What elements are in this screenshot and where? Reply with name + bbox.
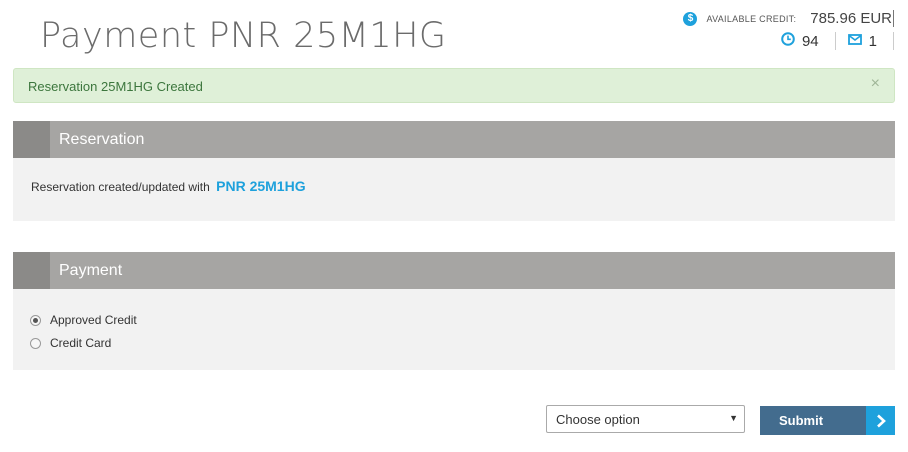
credit-card-label: Credit Card (50, 336, 112, 350)
timer-stat[interactable]: 94 (781, 31, 819, 51)
credit-card-radio[interactable] (30, 337, 41, 349)
available-credit-row: $ AVAILABLE CREDIT: 785.96 EUR (683, 10, 894, 27)
payment-option-select[interactable]: Choose option ▼ (546, 405, 745, 433)
credit-card-option[interactable]: Credit Card (30, 336, 111, 350)
success-alert: Reservation 25M1HG Created × (13, 68, 895, 103)
select-value: Choose option (556, 412, 640, 427)
timer-value: 94 (801, 32, 819, 50)
reservation-message-text: Reservation created/updated with (31, 180, 210, 194)
chevron-down-icon: ▼ (729, 413, 738, 423)
submit-button[interactable]: Submit (760, 406, 895, 435)
payment-panel: Payment Approved Credit Credit Card (13, 252, 895, 370)
clock-icon (781, 31, 795, 51)
available-credit-value: 785.96 EUR (810, 10, 894, 27)
chevron-right-icon (866, 406, 895, 435)
reservation-panel-title: Reservation (59, 131, 145, 148)
page-title: Payment PNR 25M1HG (40, 16, 447, 56)
envelope-icon (847, 32, 862, 50)
messages-value: 1 (868, 32, 877, 50)
payment-panel-header: Payment (13, 252, 895, 289)
payment-panel-title: Payment (59, 262, 123, 279)
stat-divider-right (893, 32, 894, 50)
submit-label: Submit (779, 413, 824, 428)
alert-message: Reservation 25M1HG Created (28, 79, 203, 94)
panel-header-accent (13, 121, 50, 158)
reservation-message: Reservation created/updated with PNR 25M… (31, 178, 306, 194)
available-credit-label: AVAILABLE CREDIT: (706, 13, 797, 24)
reservation-panel-header: Reservation (13, 121, 895, 158)
dollar-circle-icon: $ (683, 11, 698, 26)
reservation-panel: Reservation Reservation created/updated … (13, 121, 895, 221)
stat-divider (834, 32, 836, 50)
approved-credit-radio[interactable] (30, 314, 41, 326)
approved-credit-option[interactable]: Approved Credit (30, 313, 137, 327)
pnr-link[interactable]: PNR 25M1HG (216, 178, 305, 194)
panel-header-accent (13, 252, 50, 289)
stats-row: 94 1 (781, 31, 894, 51)
approved-credit-label: Approved Credit (50, 313, 137, 327)
alert-close-button[interactable]: × (871, 75, 880, 93)
credit-box: $ AVAILABLE CREDIT: 785.96 EUR 94 1 (654, 10, 894, 54)
messages-stat[interactable]: 1 (847, 32, 893, 50)
